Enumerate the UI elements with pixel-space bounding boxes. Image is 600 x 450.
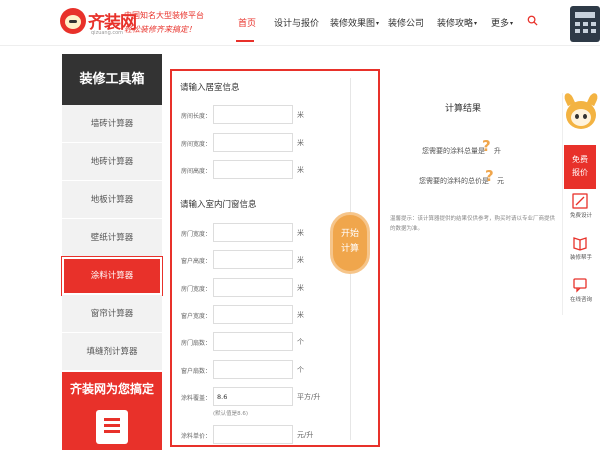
sidebar-item-wall-tile[interactable]: 墙砖计算器 — [62, 105, 162, 143]
door-count-input[interactable] — [213, 332, 293, 351]
room-width-unit: 米 — [297, 139, 304, 147]
chat-icon[interactable] — [572, 277, 588, 293]
door-count-label: 房门扇数： — [181, 340, 212, 347]
slogan-line2: 轻松装修齐来搞定！ — [124, 25, 196, 34]
toolbox-title: 装修工具箱 — [62, 54, 162, 105]
result-quantity-unit: 升 — [494, 147, 501, 155]
door-count-unit: 个 — [297, 338, 304, 346]
sidebar-item-paint[interactable]: 涂料计算器 — [62, 257, 162, 295]
result-price-label: 您需要的涂料的总价是 — [419, 177, 489, 185]
float-item-helper[interactable]: 装修帮手 — [562, 253, 600, 261]
nav-design-quote[interactable]: 设计与报价 — [274, 16, 319, 29]
room-width-label: 房间宽度： — [181, 141, 212, 148]
book-icon[interactable] — [572, 235, 588, 251]
sidebar-item-curtain[interactable]: 窗帘计算器 — [62, 295, 162, 333]
door-width-2-unit: 米 — [297, 284, 304, 292]
room-height-unit: 米 — [297, 166, 304, 174]
sidebar-item-flooring[interactable]: 地板计算器 — [62, 181, 162, 219]
float-item-free-design[interactable]: 免费设计 — [562, 211, 600, 219]
door-width-2-label: 房门宽度： — [181, 286, 212, 293]
search-icon[interactable] — [527, 15, 538, 26]
free-quote-line2: 报价 — [572, 168, 588, 177]
nav-companies[interactable]: 装修公司 — [388, 16, 424, 29]
door-width-unit: 米 — [297, 229, 304, 237]
sidebar-item-grout[interactable]: 填缝剂计算器 — [62, 333, 162, 371]
door-width-input[interactable] — [213, 223, 293, 242]
slogan-line1: 中国知名大型装修平台 — [124, 11, 204, 20]
free-quote-button[interactable]: 免费 报价 — [564, 145, 596, 189]
window-count-unit: 个 — [297, 366, 304, 374]
window-height-input[interactable] — [213, 250, 293, 269]
free-quote-line1: 免费 — [572, 155, 588, 164]
site-header: 齐装网 qizuang.com 中国知名大型装修平台 轻松装修齐来搞定！ 首页 … — [0, 0, 600, 46]
toolbox-sidebar: 装修工具箱 墙砖计算器 地砖计算器 地板计算器 壁纸计算器 涂料计算器 窗帘计算… — [62, 54, 162, 450]
nav-more[interactable]: 更多▾ — [491, 16, 513, 29]
window-count-input[interactable] — [213, 360, 293, 379]
design-icon[interactable] — [572, 193, 588, 209]
room-length-label: 房间长度： — [181, 113, 212, 120]
paint-coverage-unit: 平方/升 — [297, 393, 321, 401]
paint-coverage-input[interactable] — [213, 387, 293, 406]
promo-banner[interactable]: 齐装网为您搞定 — [62, 372, 162, 450]
window-width-input[interactable] — [213, 305, 293, 324]
paint-coverage-note: (默认值是8.6) — [213, 411, 249, 417]
door-width-2-input[interactable] — [213, 278, 293, 297]
paint-coverage-label: 涂料覆盖： — [181, 395, 212, 402]
window-height-unit: 米 — [297, 256, 304, 264]
chevron-down-icon: ▾ — [510, 20, 514, 27]
paint-price-label: 涂料单价： — [181, 433, 212, 440]
result-quantity-label: 您需要的涂料总量是 — [422, 147, 485, 155]
paint-price-unit: 元/升 — [297, 431, 314, 439]
calc-button-line2: 计算 — [340, 244, 359, 254]
start-calculate-button[interactable]: 开始 计算 — [330, 212, 370, 274]
logo-domain: qizuang.com — [91, 30, 124, 36]
window-width-label: 窗户宽度： — [181, 313, 212, 320]
result-price-unit: 元 — [497, 177, 504, 185]
room-section-title: 请输入居室信息 — [180, 83, 240, 93]
room-length-unit: 米 — [297, 111, 304, 119]
window-count-label: 窗户扇数： — [181, 368, 212, 375]
room-length-input[interactable] — [213, 105, 293, 124]
window-height-label: 窗户高度： — [181, 258, 212, 265]
result-title: 计算结果 — [445, 104, 482, 114]
room-height-input[interactable] — [213, 160, 293, 179]
room-width-input[interactable] — [213, 133, 293, 152]
book-icon — [96, 410, 128, 444]
nav-active-underline — [236, 40, 254, 42]
nav-guides[interactable]: 装修攻略▾ — [437, 16, 477, 29]
sidebar-item-floor-tile[interactable]: 地砖计算器 — [62, 143, 162, 181]
room-height-label: 房间高度： — [181, 168, 212, 175]
result-quantity-value: ? — [482, 137, 491, 155]
chevron-down-icon: ▾ — [474, 20, 478, 27]
nav-home[interactable]: 首页 — [238, 16, 256, 29]
mascot-icon — [562, 91, 600, 135]
tip-text: 温馨提示：该计算器提供的结果仅供参考，购买时请以专业厂商提供的数据为准。 — [390, 216, 556, 232]
chevron-down-icon: ▾ — [376, 20, 380, 27]
result-price-value: ? — [485, 167, 494, 185]
paint-price-input[interactable] — [213, 425, 293, 444]
logo-mascot-icon[interactable] — [60, 8, 86, 34]
door-width-label: 房门宽度： — [181, 231, 212, 238]
sidebar-item-wallpaper[interactable]: 壁纸计算器 — [62, 219, 162, 257]
float-item-consult[interactable]: 在线咨询 — [562, 295, 600, 303]
door-section-title: 请输入室内门窗信息 — [180, 200, 257, 210]
calculator-icon — [570, 6, 600, 42]
nav-renderings[interactable]: 装修效果图▾ — [330, 16, 379, 29]
calc-button-line1: 开始 — [340, 229, 359, 239]
window-width-unit: 米 — [297, 311, 304, 319]
promo-banner-text: 齐装网为您搞定 — [69, 382, 154, 396]
